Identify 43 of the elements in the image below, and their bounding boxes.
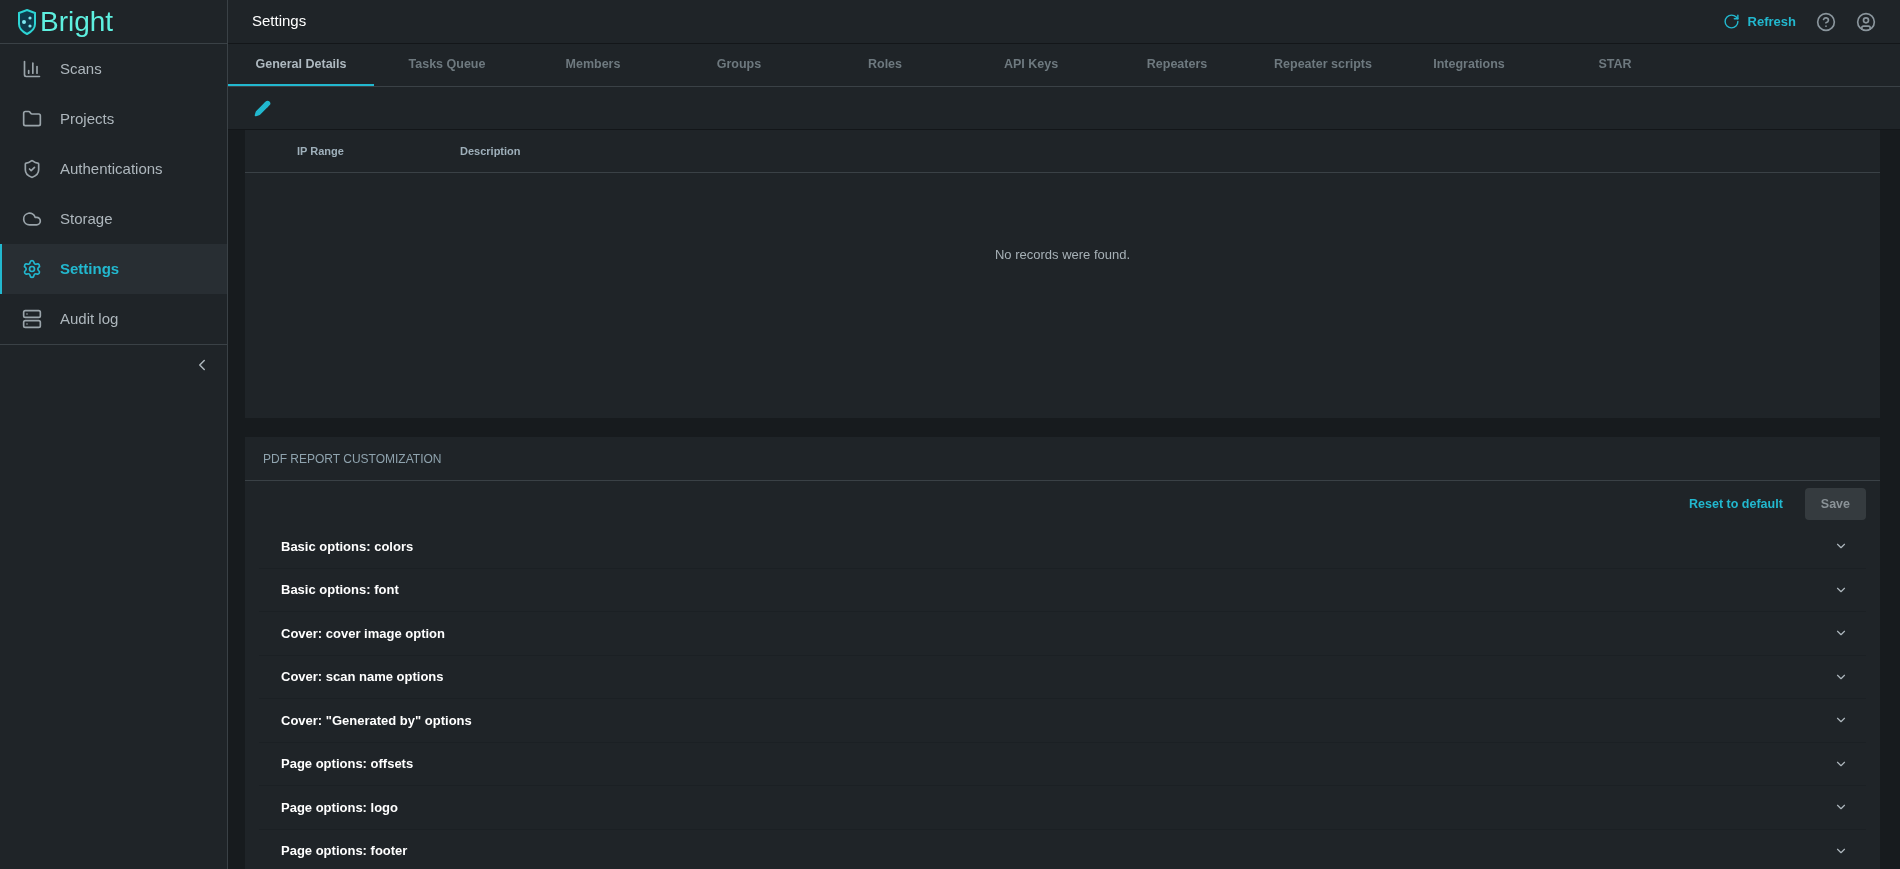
- folder-icon: [22, 109, 42, 129]
- tab[interactable]: Tasks Queue: [374, 44, 520, 86]
- accordion-item[interactable]: Cover: cover image option: [259, 612, 1866, 656]
- server-icon: [22, 309, 42, 329]
- tab[interactable]: Groups: [666, 44, 812, 86]
- tab[interactable]: API Keys: [958, 44, 1104, 86]
- sidebar-item[interactable]: Authentications: [0, 144, 227, 194]
- accordion-item[interactable]: Page options: offsets: [259, 742, 1866, 786]
- refresh-icon: [1722, 13, 1740, 30]
- empty-message: No records were found.: [994, 246, 1131, 264]
- help-icon[interactable]: [1816, 11, 1836, 32]
- accordion-item[interactable]: Basic options: colors: [259, 525, 1866, 569]
- sidebar-item[interactable]: Projects: [0, 94, 227, 144]
- accordion-item[interactable]: Page options: logo: [259, 786, 1866, 830]
- section-title: PDF REPORT CUSTOMIZATION: [263, 450, 442, 468]
- tab[interactable]: Repeaters: [1104, 44, 1250, 86]
- tab[interactable]: Members: [520, 44, 666, 86]
- column-header: IP Range: [296, 143, 345, 159]
- sidebar-item[interactable]: Settings: [0, 244, 227, 294]
- tab[interactable]: STAR: [1542, 44, 1688, 86]
- settings-icon: [22, 259, 42, 279]
- pencil-icon: [254, 99, 271, 117]
- accordion-item[interactable]: Cover: scan name options: [259, 655, 1866, 699]
- logo-text: Bright: [40, 7, 114, 36]
- refresh-button[interactable]: Refresh: [1722, 11, 1796, 32]
- accordion-item[interactable]: Cover: "Generated by" options: [259, 699, 1866, 743]
- column-header: Description: [460, 143, 521, 159]
- bar-chart-icon: [22, 59, 42, 79]
- sidebar-item[interactable]: Scans: [0, 44, 227, 94]
- shield-logo-icon: [18, 8, 36, 35]
- accordion-item[interactable]: Basic options: font: [259, 568, 1866, 612]
- tab[interactable]: Repeater scripts: [1250, 44, 1396, 86]
- tab[interactable]: Integrations: [1396, 44, 1542, 86]
- account-icon[interactable]: [1856, 11, 1876, 32]
- cloud-icon: [22, 209, 42, 229]
- accordion-item[interactable]: Page options: footer: [259, 829, 1866, 869]
- page-title: Settings: [252, 11, 307, 32]
- shield-icon: [22, 159, 42, 179]
- reset-link[interactable]: Reset to default: [1689, 494, 1783, 514]
- sidebar-item[interactable]: Storage: [0, 194, 227, 244]
- tab[interactable]: Roles: [812, 44, 958, 86]
- sidebar-item[interactable]: Audit log: [0, 294, 227, 344]
- edit-button[interactable]: [254, 99, 271, 117]
